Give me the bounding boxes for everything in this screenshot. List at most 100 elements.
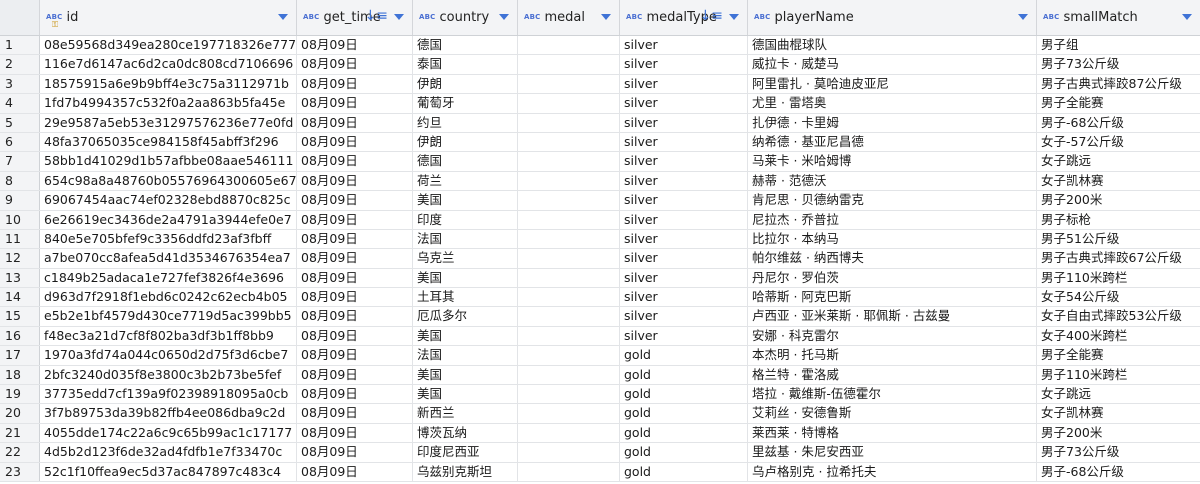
filter-dropdown-icon[interactable] [394, 14, 404, 20]
cell-id[interactable]: 18575915a6e9b9bff4e3c75a3112971b [40, 74, 297, 94]
cell-smallmatch[interactable]: 男子200米 [1037, 191, 1200, 209]
cell-medaltype[interactable]: gold [620, 462, 748, 481]
cell-get-time[interactable]: 08月09日 [297, 443, 413, 462]
cell-medal[interactable] [518, 113, 620, 132]
cell-country[interactable]: 法国 [413, 346, 518, 365]
cell-get-time[interactable]: 08月09日 [297, 268, 413, 288]
cell-medal[interactable] [518, 36, 620, 55]
cell-playername[interactable]: 帕尔维兹 · 纳西博夫 [748, 249, 1037, 268]
column-header-playername[interactable]: ABC playerName [748, 0, 1037, 35]
row-number[interactable]: 10 [0, 210, 40, 229]
cell-id[interactable]: 69067454aac74ef02328ebd8870c825c [40, 191, 297, 210]
cell-medal[interactable] [518, 404, 620, 423]
cell-get-time[interactable]: 08月09日 [297, 229, 413, 249]
cell-smallmatch[interactable]: 女子400米跨栏 [1037, 327, 1200, 345]
cell-playername[interactable]: 德国曲棍球队 [748, 36, 1037, 55]
cell-get-time[interactable]: 08月09日 [297, 249, 413, 268]
cell-get-time[interactable]: 08月09日 [297, 288, 413, 307]
column-header-smallmatch[interactable]: ABC smallMatch [1037, 0, 1200, 35]
cell-get-time[interactable]: 08月09日 [297, 307, 413, 326]
table-row[interactable]: 6 48fa37065035ce984158f45abff3f296 08月09日伊… [0, 132, 1200, 153]
cell-smallmatch[interactable]: 男子古典式摔跤67公斤级 [1037, 249, 1200, 267]
cell-country[interactable]: 美国 [413, 365, 518, 385]
cell-id[interactable]: 29e9587a5eb53e31297576236e77e0fd [40, 113, 297, 132]
cell-playername[interactable]: 尼拉杰 · 乔普拉 [748, 210, 1037, 229]
row-number[interactable]: 4 [0, 94, 40, 113]
cell-playername[interactable]: 塔拉 · 戴维斯-伍德霍尔 [748, 385, 1037, 404]
cell-id[interactable]: 08e59568d349ea280ce197718326e777 [40, 36, 297, 55]
cell-playername[interactable]: 哈蒂斯 · 阿克巴斯 [748, 288, 1037, 307]
cell-id[interactable]: 58bb1d41029d1b57afbbe08aae546111 [40, 152, 297, 171]
table-row[interactable]: 14 d963d7f2918f1ebd6c0242c62ecb4b05 08月09日… [0, 288, 1200, 308]
filter-dropdown-icon[interactable] [1182, 14, 1192, 20]
cell-medaltype[interactable]: silver [620, 268, 748, 288]
cell-get-time[interactable]: 08月09日 [297, 210, 413, 229]
row-number[interactable]: 12 [0, 249, 40, 268]
sort-descending-icon[interactable]: ↓≡ [365, 9, 388, 23]
cell-medal[interactable] [518, 326, 620, 346]
cell-smallmatch[interactable]: 男子组 [1037, 36, 1200, 54]
cell-medaltype[interactable]: silver [620, 94, 748, 113]
cell-medaltype[interactable]: gold [620, 404, 748, 423]
row-number[interactable]: 13 [0, 268, 40, 288]
table-row[interactable]: 15 e5b2e1bf4579d430ce7719d5ac399bb5 08月09日… [0, 307, 1200, 327]
column-header-id[interactable]: ABC ⚿ id [40, 0, 297, 35]
table-row[interactable]: 16 f48ec3a21d7cf8f802ba3df3b1ff8bb9 08月09日… [0, 326, 1200, 347]
cell-country[interactable]: 美国 [413, 191, 518, 210]
cell-id[interactable]: c1849b25adaca1e727fef3826f4e3696 [40, 268, 297, 288]
cell-medaltype[interactable]: silver [620, 55, 748, 74]
cell-smallmatch[interactable]: 男子-68公斤级 [1037, 463, 1200, 481]
row-number[interactable]: 1 [0, 36, 40, 55]
cell-country[interactable]: 约旦 [413, 113, 518, 132]
cell-get-time[interactable]: 08月09日 [297, 113, 413, 132]
cell-medaltype[interactable]: silver [620, 249, 748, 268]
cell-country[interactable]: 乌兹别克斯坦 [413, 462, 518, 481]
cell-country[interactable]: 美国 [413, 268, 518, 288]
cell-medal[interactable] [518, 171, 620, 191]
cell-playername[interactable]: 马莱卡 · 米哈姆博 [748, 152, 1037, 171]
cell-country[interactable]: 葡萄牙 [413, 94, 518, 113]
cell-medal[interactable] [518, 152, 620, 171]
table-row[interactable]: 10 6e26619ec3436de2a4791a3944efe0e7 08月09日… [0, 210, 1200, 230]
cell-country[interactable]: 厄瓜多尔 [413, 307, 518, 326]
cell-medaltype[interactable]: silver [620, 229, 748, 249]
cell-medal[interactable] [518, 210, 620, 229]
row-number[interactable]: 22 [0, 443, 40, 462]
cell-medaltype[interactable]: gold [620, 365, 748, 385]
cell-smallmatch[interactable]: 男子73公斤级 [1037, 443, 1200, 461]
filter-dropdown-icon[interactable] [601, 14, 611, 20]
table-row[interactable]: 5 29e9587a5eb53e31297576236e77e0fd 08月09日约… [0, 113, 1200, 133]
cell-smallmatch[interactable]: 男子110米跨栏 [1037, 366, 1200, 384]
cell-country[interactable]: 土耳其 [413, 288, 518, 307]
cell-smallmatch[interactable]: 女子54公斤级 [1037, 288, 1200, 306]
table-row[interactable]: 18 2bfc3240d035f8e3800c3b2b73be5fef 08月09日… [0, 365, 1200, 386]
cell-playername[interactable]: 比拉尔 · 本纳马 [748, 229, 1037, 249]
cell-medaltype[interactable]: silver [620, 113, 748, 132]
cell-medal[interactable] [518, 307, 620, 326]
cell-playername[interactable]: 安娜 · 科克雷尔 [748, 326, 1037, 346]
table-row[interactable]: 3 18575915a6e9b9bff4e3c75a3112971b 08月09日伊… [0, 74, 1200, 95]
cell-get-time[interactable]: 08月09日 [297, 191, 413, 210]
cell-playername[interactable]: 本杰明 · 托马斯 [748, 346, 1037, 365]
table-row[interactable]: 22 4d5b2d123f6de32ad4fdfb1e7f33470c 08月09日… [0, 443, 1200, 463]
cell-medaltype[interactable]: silver [620, 326, 748, 346]
cell-playername[interactable]: 艾莉丝 · 安德鲁斯 [748, 404, 1037, 423]
cell-id[interactable]: 2bfc3240d035f8e3800c3b2b73be5fef [40, 365, 297, 385]
cell-medal[interactable] [518, 94, 620, 113]
cell-medal[interactable] [518, 268, 620, 288]
cell-smallmatch[interactable]: 女子跳远 [1037, 385, 1200, 403]
cell-id[interactable]: 116e7d6147ac6d2ca0dc808cd7106696 [40, 55, 297, 74]
cell-smallmatch[interactable]: 女子-57公斤级 [1037, 133, 1200, 151]
cell-medaltype[interactable]: silver [620, 191, 748, 210]
cell-medal[interactable] [518, 385, 620, 404]
cell-country[interactable]: 印度 [413, 210, 518, 229]
filter-dropdown-icon[interactable] [729, 14, 739, 20]
filter-dropdown-icon[interactable] [499, 14, 509, 20]
column-header-medaltype[interactable]: ABC medalType ↓≡ [620, 0, 748, 35]
row-number[interactable]: 2 [0, 55, 40, 74]
cell-id[interactable]: 6e26619ec3436de2a4791a3944efe0e7 [40, 210, 297, 229]
cell-playername[interactable]: 乌卢格别克 · 拉希托夫 [748, 462, 1037, 481]
cell-get-time[interactable]: 08月09日 [297, 55, 413, 74]
cell-id[interactable]: 1970a3fd74a044c0650d2d75f3d6cbe7 [40, 346, 297, 365]
cell-smallmatch[interactable]: 男子200米 [1037, 424, 1200, 442]
